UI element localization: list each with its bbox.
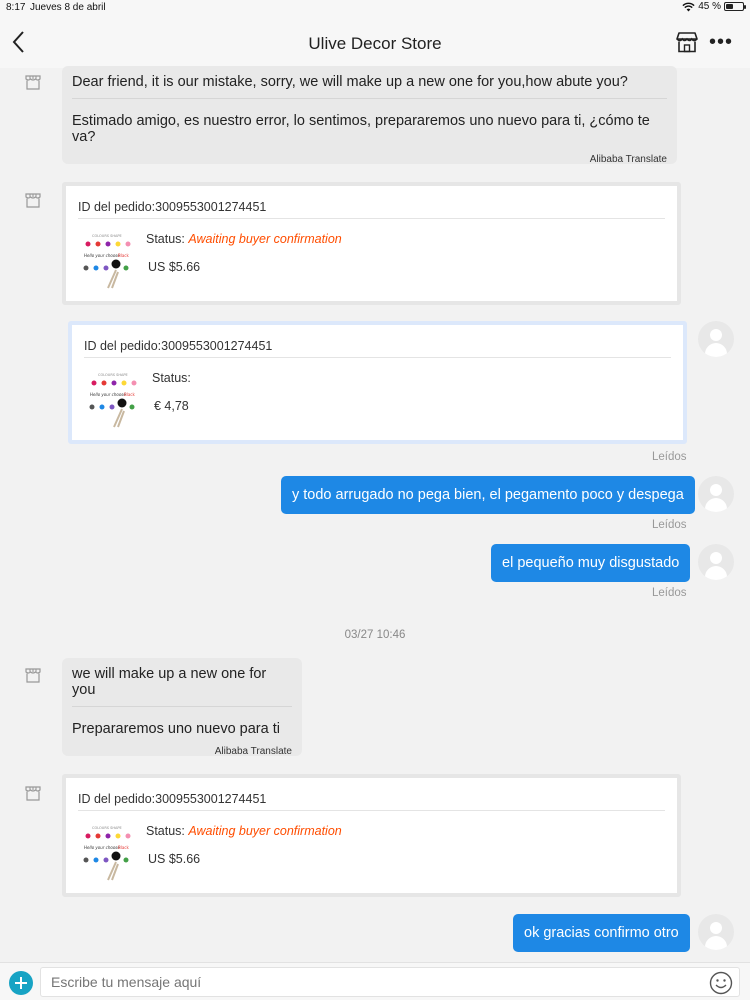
order-status: Status: bbox=[152, 371, 191, 385]
battery-icon bbox=[724, 2, 746, 11]
order-status: Status: Awaiting buyer confirmation bbox=[146, 232, 342, 246]
store-avatar-icon bbox=[25, 668, 41, 683]
user-avatar bbox=[698, 914, 734, 950]
order-card-sent[interactable]: ID del pedido:3009553001274451 COLOURS S… bbox=[68, 321, 687, 444]
read-receipt: Leídos bbox=[652, 587, 687, 599]
divider bbox=[78, 810, 665, 811]
more-options-icon[interactable]: ••• bbox=[709, 32, 733, 52]
order-price: US $5.66 bbox=[148, 260, 201, 274]
incoming-message-bubble: Dear friend, it is our mistake, sorry, w… bbox=[62, 66, 677, 165]
order-price: US $5.66 bbox=[148, 852, 201, 866]
read-receipt: Leídos bbox=[652, 451, 687, 463]
status-bar: 8:17 Jueves 8 de abril 45 % bbox=[0, 0, 750, 16]
product-thumbnail[interactable]: COLOURS SHAPE Hello your choose Black bbox=[78, 822, 138, 882]
product-thumbnail[interactable]: COLOURS SHAPE Hello your choose Black bbox=[84, 369, 144, 429]
user-avatar bbox=[698, 476, 734, 512]
translation-credit: Alibaba Translate bbox=[214, 746, 292, 757]
incoming-message-bubble: we will make up a new one for you Prepar… bbox=[62, 658, 302, 757]
read-receipt: Leídos bbox=[652, 519, 687, 531]
outgoing-message-bubble: el pequeño muy disgustado bbox=[491, 544, 691, 582]
message-input-bar bbox=[0, 962, 750, 1000]
message-timestamp: 03/27 10:46 bbox=[344, 629, 406, 641]
store-avatar-icon bbox=[25, 75, 41, 90]
wifi-icon bbox=[682, 2, 695, 11]
status-time: 8:17 bbox=[6, 2, 26, 13]
order-id: ID del pedido:3009553001274451 bbox=[78, 200, 267, 214]
status-label: Status: bbox=[146, 232, 185, 246]
svg-text:Hello your choose: Hello your choose bbox=[84, 845, 120, 850]
status-value: Awaiting buyer confirmation bbox=[188, 824, 342, 838]
battery-percent: 45 % bbox=[698, 1, 721, 12]
user-avatar bbox=[698, 321, 734, 357]
chat-header: Ulive Decor Store ••• bbox=[0, 16, 750, 68]
svg-text:COLOURS SHAPE: COLOURS SHAPE bbox=[92, 826, 122, 830]
status-label: Status: bbox=[146, 824, 185, 838]
emoji-icon[interactable] bbox=[709, 971, 733, 995]
translation-credit: Alibaba Translate bbox=[589, 154, 667, 165]
message-translated-text: Prepararemos uno nuevo para ti bbox=[72, 721, 280, 737]
divider bbox=[84, 357, 671, 358]
divider bbox=[78, 218, 665, 219]
user-avatar bbox=[698, 544, 734, 580]
svg-text:Black: Black bbox=[118, 845, 130, 850]
order-card[interactable]: ID del pedido:3009553001274451 COLOURS S… bbox=[62, 774, 681, 897]
message-original-text: we will make up a new one for you bbox=[72, 666, 292, 707]
store-icon[interactable] bbox=[675, 30, 699, 54]
store-avatar-icon bbox=[25, 786, 41, 801]
svg-text:Black: Black bbox=[118, 253, 130, 258]
svg-text:Hello your choose: Hello your choose bbox=[84, 253, 120, 258]
svg-text:COLOURS SHAPE: COLOURS SHAPE bbox=[98, 373, 128, 377]
message-translated-text: Estimado amigo, es nuestro error, lo sen… bbox=[72, 113, 650, 145]
svg-text:Black: Black bbox=[124, 392, 136, 397]
product-thumbnail[interactable]: COLOURS SHAPE Hello your choose Black bbox=[78, 230, 138, 290]
status-date: Jueves 8 de abril bbox=[30, 2, 106, 13]
status-value: Awaiting buyer confirmation bbox=[188, 232, 342, 246]
outgoing-message-bubble: y todo arrugado no pega bien, el pegamen… bbox=[281, 476, 695, 514]
message-original-text: Dear friend, it is our mistake, sorry, w… bbox=[72, 74, 667, 99]
message-input[interactable] bbox=[40, 967, 740, 997]
order-price: € 4,78 bbox=[154, 399, 189, 413]
order-card[interactable]: ID del pedido:3009553001274451 COLOURS S… bbox=[62, 182, 681, 305]
svg-text:Hello your choose: Hello your choose bbox=[90, 392, 126, 397]
page-title: Ulive Decor Store bbox=[308, 34, 442, 53]
battery-level-fill bbox=[726, 4, 733, 9]
store-avatar-icon bbox=[25, 193, 41, 208]
svg-text:COLOURS SHAPE: COLOURS SHAPE bbox=[92, 234, 122, 238]
order-status: Status: Awaiting buyer confirmation bbox=[146, 824, 342, 838]
order-id: ID del pedido:3009553001274451 bbox=[78, 792, 267, 806]
add-attachment-button[interactable] bbox=[9, 971, 33, 995]
status-label: Status: bbox=[152, 371, 191, 385]
outgoing-message-bubble: ok gracias confirmo otro bbox=[513, 914, 690, 952]
order-id: ID del pedido:3009553001274451 bbox=[84, 339, 273, 353]
